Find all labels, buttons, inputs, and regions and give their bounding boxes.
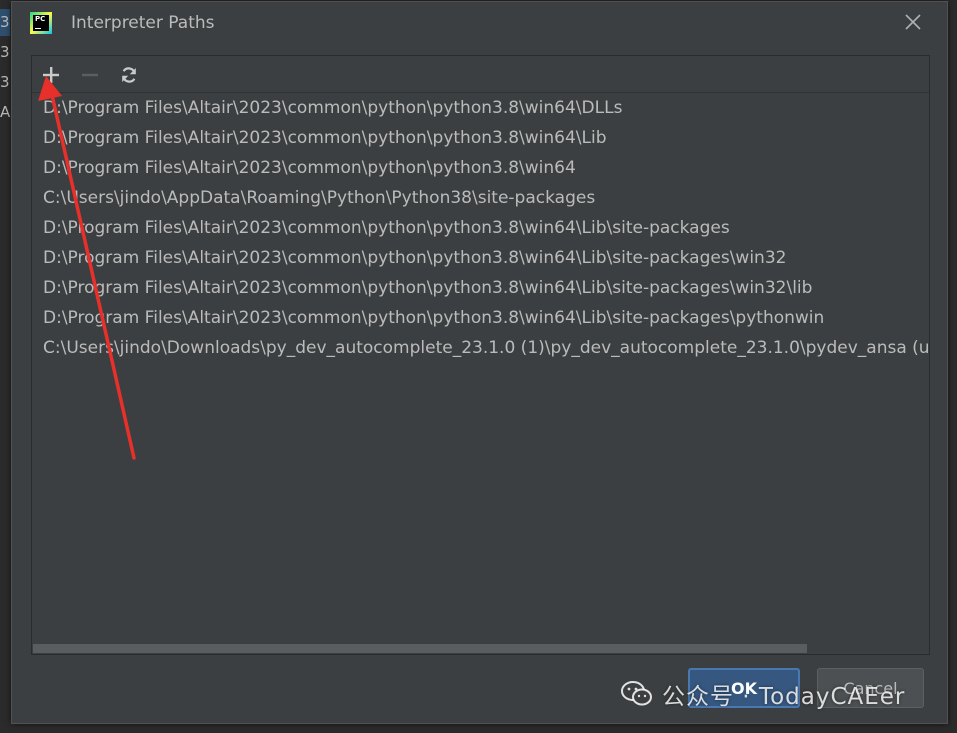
reload-paths-button[interactable] [118,64,140,86]
list-item[interactable]: D:\Program Files\Altair\2023\common\pyth… [32,303,929,333]
list-item[interactable]: D:\Program Files\Altair\2023\common\pyth… [32,93,929,123]
horizontal-scrollbar[interactable] [32,642,929,654]
dialog-title: Interpreter Paths [71,13,215,33]
dialog-titlebar[interactable]: PC Interpreter Paths [12,2,947,44]
background-list-item: 3. [0,9,14,36]
list-item[interactable]: C:\Users\jindo\Downloads\py_dev_autocomp… [32,333,929,363]
interpreter-paths-dialog: PC Interpreter Paths D:\Program Files\Al… [11,1,948,724]
remove-path-button[interactable] [79,64,101,86]
refresh-icon [122,67,136,83]
cancel-button[interactable]: Cancel [817,668,924,708]
paths-panel: D:\Program Files\Altair\2023\common\pyth… [31,55,930,655]
list-item[interactable]: D:\Program Files\Altair\2023\common\pyth… [32,153,929,183]
list-item[interactable]: D:\Program Files\Altair\2023\common\pyth… [32,273,929,303]
ok-button[interactable]: OK [688,668,800,708]
list-item[interactable]: D:\Program Files\Altair\2023\common\pyth… [32,123,929,153]
background-list-item: A [0,103,11,121]
plus-icon [43,67,59,83]
add-path-button[interactable] [40,64,62,86]
pycharm-app-icon: PC [30,12,52,34]
close-icon [905,14,921,30]
interpreter-paths-list[interactable]: D:\Program Files\Altair\2023\common\pyth… [32,93,929,640]
app-icon-label: PC [35,15,46,23]
list-item[interactable]: D:\Program Files\Altair\2023\common\pyth… [32,213,929,243]
list-item[interactable]: D:\Program Files\Altair\2023\common\pyth… [32,243,929,273]
minus-icon [82,73,98,77]
scrollbar-thumb[interactable] [33,644,807,653]
paths-toolbar [32,56,929,93]
list-item[interactable]: C:\Users\jindo\AppData\Roaming\Python\Py… [32,183,929,213]
close-button[interactable] [903,12,923,32]
